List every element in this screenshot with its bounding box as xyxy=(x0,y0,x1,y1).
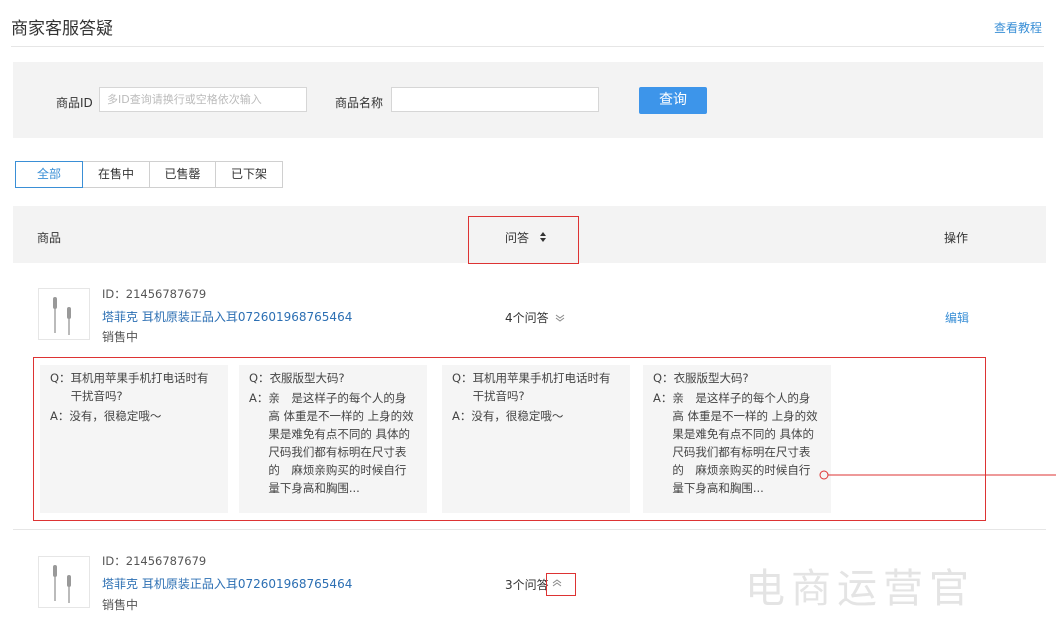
product-status: 销售中 xyxy=(102,598,139,612)
qa-count-label: 4个问答 xyxy=(505,311,549,325)
product-id-label: 商品ID xyxy=(56,96,93,110)
edit-link[interactable]: 编辑 xyxy=(945,309,969,326)
status-tabs: 全部 在售中 已售罄 已下架 xyxy=(15,161,283,188)
qa-count-label: 3个问答 xyxy=(505,578,549,592)
column-product: 商品 xyxy=(37,231,62,245)
product-name-label: 商品名称 xyxy=(335,96,384,110)
product-thumbnail[interactable] xyxy=(38,288,90,340)
tab-sold-out[interactable]: 已售罄 xyxy=(149,161,216,188)
page-title: 商家客服答疑 xyxy=(11,19,113,39)
watermark: 电商运营官 xyxy=(745,566,975,612)
qa-count-toggle[interactable]: 3个问答 xyxy=(505,576,549,593)
sort-icon xyxy=(539,232,546,242)
chevron-up-icon[interactable] xyxy=(552,578,562,588)
product-name-input[interactable] xyxy=(391,87,599,112)
tab-all[interactable]: 全部 xyxy=(15,161,83,188)
view-tutorial-link[interactable]: 查看教程 xyxy=(994,19,1042,36)
header-divider xyxy=(11,46,1044,47)
tab-on-sale[interactable]: 在售中 xyxy=(82,161,150,188)
column-action: 操作 xyxy=(944,231,969,245)
product-name-link[interactable]: 塔菲克 耳机原装正品入耳072601968765464 xyxy=(102,308,352,325)
product-id: ID：21456787679 xyxy=(102,287,207,301)
product-status: 销售中 xyxy=(102,330,139,344)
row-divider xyxy=(13,529,1046,530)
column-qa-label: 问答 xyxy=(505,231,530,245)
product-thumbnail[interactable] xyxy=(38,556,90,608)
earphone-image xyxy=(53,565,71,603)
column-qa-sort[interactable]: 问答 xyxy=(505,229,547,246)
highlight-box-qa-cards xyxy=(33,357,986,521)
annotation-pointer xyxy=(819,470,1056,480)
chevron-down-icon xyxy=(556,314,565,322)
earphone-image xyxy=(53,297,71,335)
qa-count-toggle[interactable]: 4个问答 xyxy=(505,309,565,326)
query-button[interactable]: 查询 xyxy=(639,87,707,114)
product-id-input[interactable]: 多ID查询请换行或空格依次输入 xyxy=(99,87,307,112)
product-id: ID：21456787679 xyxy=(102,554,207,568)
product-name-link[interactable]: 塔菲克 耳机原装正品入耳072601968765464 xyxy=(102,575,352,592)
tab-delisted[interactable]: 已下架 xyxy=(215,161,283,188)
